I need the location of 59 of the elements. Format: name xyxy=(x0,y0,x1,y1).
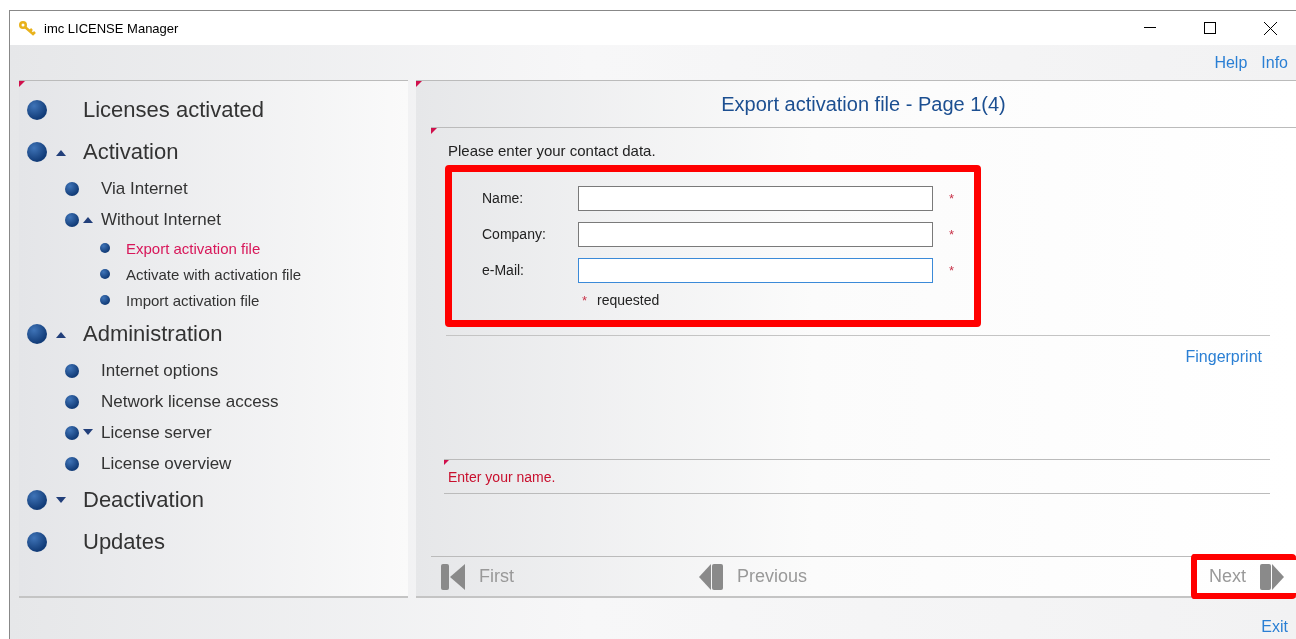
bullet-icon xyxy=(65,425,79,440)
legend-text: requested xyxy=(597,292,660,308)
field-label: e-Mail: xyxy=(482,262,525,278)
fingerprint-link[interactable]: Fingerprint xyxy=(1185,348,1262,459)
page-title: Export activation file - Page 1(4) xyxy=(721,92,1006,116)
bullet-icon xyxy=(27,142,47,162)
bullet-icon xyxy=(100,295,110,305)
required-mark: * xyxy=(582,292,588,308)
triangle-up-icon[interactable] xyxy=(56,330,66,338)
bullet-icon xyxy=(27,490,47,510)
back-icon xyxy=(699,563,723,590)
field-label: Name: xyxy=(482,190,525,206)
triangle-up-icon[interactable] xyxy=(83,216,93,223)
maximize-icon xyxy=(1204,22,1216,34)
nav-tree-item[interactable]: Without Internet xyxy=(101,209,221,230)
exit-link[interactable]: Exit xyxy=(1261,618,1288,636)
minimize-icon xyxy=(1144,27,1156,29)
header-link[interactable]: Info xyxy=(1261,53,1288,72)
bullet-icon xyxy=(65,363,79,378)
nav-tree-item[interactable]: Import activation file xyxy=(126,291,260,309)
bullet-icon xyxy=(65,394,79,409)
bullet-icon xyxy=(65,456,79,471)
nav-tree-item[interactable]: Activate with activation file xyxy=(126,265,302,283)
nav-tree-item[interactable]: Internet options xyxy=(101,360,219,381)
nav-tree-item[interactable]: Via Internet xyxy=(101,178,188,199)
bullet-icon xyxy=(65,181,79,196)
nav-tree-item[interactable]: Licenses activated xyxy=(83,97,264,123)
nav-tree-item[interactable]: License overview xyxy=(101,453,232,474)
nav-tree-item[interactable]: License server xyxy=(101,422,212,443)
nav-tree-item[interactable]: Activation xyxy=(83,139,179,165)
triangle-down-icon[interactable] xyxy=(83,429,93,436)
field-label: Company: xyxy=(482,226,547,242)
required-mark: * xyxy=(949,190,955,206)
input-field[interactable] xyxy=(578,221,933,247)
close-icon xyxy=(1263,21,1277,35)
input-field[interactable] xyxy=(578,185,933,211)
required-mark: * xyxy=(949,226,955,242)
bullet-icon xyxy=(65,212,79,227)
nav-tree-item[interactable]: Updates xyxy=(83,529,165,555)
nav-tree-item[interactable]: Administration xyxy=(83,321,223,347)
bullet-icon xyxy=(27,100,47,120)
required-mark: * xyxy=(949,262,955,278)
triangle-down-icon[interactable] xyxy=(56,496,66,504)
header-link[interactable]: Help xyxy=(1214,53,1248,72)
bullet-icon xyxy=(100,243,110,253)
key-icon xyxy=(18,20,36,36)
forward-icon xyxy=(1260,563,1284,590)
triangle-up-icon[interactable] xyxy=(56,148,66,156)
status-message: Enter your name. xyxy=(448,468,556,485)
window-title: imc LICENSE Manager xyxy=(44,20,180,36)
input-field[interactable] xyxy=(578,257,933,283)
bullet-icon xyxy=(27,324,47,344)
intro-text: Please enter your contact data. xyxy=(448,142,657,159)
bullet-icon xyxy=(100,269,110,279)
nav-tree-item[interactable]: Export activation file xyxy=(126,239,261,257)
nav-tree-item[interactable]: Network license access xyxy=(101,391,279,412)
skip-back-icon xyxy=(441,563,465,590)
bullet-icon xyxy=(27,532,47,552)
nav-tree-item[interactable]: Deactivation xyxy=(83,487,205,513)
